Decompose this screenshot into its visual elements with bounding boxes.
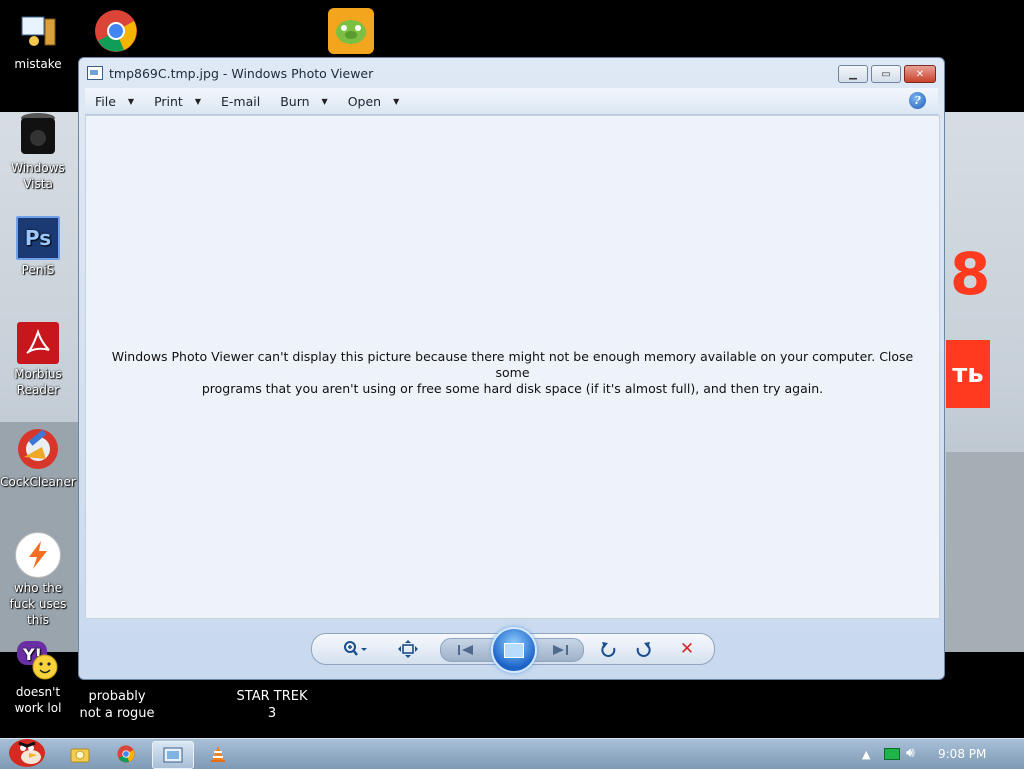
desktop-icon-chrome[interactable] xyxy=(78,8,154,56)
menu-label: Burn xyxy=(280,93,310,109)
taskbar: ▲ 🔊︎ 9:08 PM xyxy=(0,738,1024,769)
yahoo-messenger-icon: Y! xyxy=(15,636,61,682)
desktop-icon-cockcleaner[interactable]: CockCleaner xyxy=(0,426,76,490)
chrome-icon xyxy=(93,8,139,54)
chevron-down-icon: ▼ xyxy=(321,96,328,106)
maximize-button[interactable]: ▭ xyxy=(871,65,901,83)
delete-button[interactable]: ✕ xyxy=(676,639,698,659)
pdf-reader-icon xyxy=(17,322,59,364)
desktop-icon-morbius-reader[interactable]: Morbius Reader xyxy=(0,322,76,398)
desktop-label-line2: 3 xyxy=(267,706,277,721)
desktop-label-star-trek[interactable]: STAR TREK 3 xyxy=(227,688,317,722)
close-button[interactable]: ✕ xyxy=(904,65,936,83)
slideshow-button[interactable] xyxy=(491,627,537,673)
photoshop-icon: Ps xyxy=(16,216,60,260)
vlc-icon[interactable] xyxy=(198,741,238,767)
minimize-button[interactable]: ▁ xyxy=(838,65,868,83)
title-bar[interactable]: tmp869C.tmp.jpg - Windows Photo Viewer xyxy=(79,58,944,88)
taskbar-clock[interactable]: 9:08 PM xyxy=(938,747,986,761)
rotate-clockwise-button[interactable] xyxy=(632,639,654,659)
wallpaper-sign-tb: ть xyxy=(946,340,990,408)
desktop-icon-label: CockCleaner xyxy=(0,475,76,489)
playback-controls: ✕ xyxy=(311,627,715,673)
desktop-icon-label: mistake xyxy=(14,57,62,71)
ccleaner-icon xyxy=(15,426,61,472)
chevron-down-icon: ▼ xyxy=(127,96,135,106)
menu-email[interactable]: E-mail xyxy=(211,94,270,109)
error-message-line2: programs that you aren't using or free s… xyxy=(201,381,824,396)
photo-viewer-window: tmp869C.tmp.jpg - Windows Photo Viewer ▁… xyxy=(78,57,945,680)
menu-file[interactable]: File ▼ xyxy=(85,94,144,109)
zoom-button[interactable] xyxy=(338,639,372,659)
next-button[interactable] xyxy=(547,640,573,660)
photo-viewer-app-icon xyxy=(87,66,103,80)
show-hidden-icons-icon[interactable]: ▲ xyxy=(862,748,870,761)
slideshow-icon xyxy=(504,642,524,658)
menu-print[interactable]: Print ▼ xyxy=(144,94,211,109)
trash-icon xyxy=(15,112,61,158)
error-message-line1: Windows Photo Viewer can't display this … xyxy=(111,349,914,380)
previous-button[interactable] xyxy=(453,640,479,660)
desktop-icon-who-uses-this[interactable]: who the fuck uses this xyxy=(0,532,76,628)
actual-size-icon xyxy=(398,640,418,658)
desktop-icon-windows-vista[interactable]: Windows Vista xyxy=(0,112,76,192)
wallpaper-building-right xyxy=(946,452,1024,652)
desktop-icon-label: PeniS xyxy=(21,263,55,277)
lightning-icon xyxy=(15,532,61,578)
menu-label: File xyxy=(95,93,116,109)
actual-size-button[interactable] xyxy=(396,639,420,659)
menu-label: Print xyxy=(154,93,183,109)
desktop-label-line2: not a rogue xyxy=(79,706,155,721)
computer-icon xyxy=(15,8,61,54)
error-message: Windows Photo Viewer can't display this … xyxy=(106,349,919,397)
menu-label: Open xyxy=(347,93,382,109)
desktop-icon-label: Windows Vista xyxy=(11,161,65,191)
chrome-icon[interactable] xyxy=(106,741,146,767)
desktop-label-line1: STAR TREK xyxy=(236,689,308,704)
rotate-counterclockwise-button[interactable] xyxy=(598,639,620,659)
desktop-icon-label: doesn't work lol xyxy=(14,685,62,715)
window-title: tmp869C.tmp.jpg - Windows Photo Viewer xyxy=(109,65,374,81)
bad-piggies-icon xyxy=(328,8,374,54)
zoom-icon xyxy=(344,641,367,656)
desktop-label-line1: probably xyxy=(88,689,146,704)
explorer-icon[interactable] xyxy=(60,741,100,767)
menu-open[interactable]: Open ▼ xyxy=(338,94,410,109)
window-controls: ▁ ▭ ✕ xyxy=(838,65,936,83)
start-orb-icon[interactable] xyxy=(2,731,50,767)
image-display-area: Windows Photo Viewer can't display this … xyxy=(85,115,940,619)
desktop-icon-yahoo[interactable]: Y! doesn't work lol xyxy=(0,636,76,716)
volume-icon[interactable]: 🔊︎ xyxy=(906,745,915,761)
desktop-icon-label: who the fuck uses this xyxy=(9,581,67,627)
help-icon[interactable]: ? xyxy=(909,92,926,109)
network-icon[interactable] xyxy=(884,748,900,760)
desktop-label-probably-not-a-rogue[interactable]: probably not a rogue xyxy=(72,688,162,722)
menu-label: E-mail xyxy=(221,93,261,109)
chevron-down-icon: ▼ xyxy=(393,96,400,106)
wallpaper-sign-8: 8 xyxy=(950,240,991,308)
chevron-down-icon: ▼ xyxy=(194,96,201,106)
desktop-icon-bad-piggies[interactable] xyxy=(313,8,389,56)
desktop-icon-mistake[interactable]: mistake xyxy=(0,8,76,72)
desktop-icon-label: Morbius Reader xyxy=(14,367,62,397)
menu-bar: File ▼ Print ▼ E-mail Burn ▼ Open ▼ ? xyxy=(85,88,938,115)
rotate-clockwise-icon xyxy=(636,642,651,657)
desktop-icon-photoshop[interactable]: Ps PeniS xyxy=(0,216,76,278)
rotate-counterclockwise-icon xyxy=(601,642,616,657)
next-icon xyxy=(553,645,568,655)
menu-burn[interactable]: Burn ▼ xyxy=(270,94,338,109)
previous-icon xyxy=(458,645,473,655)
photo-viewer-icon[interactable] xyxy=(152,741,194,769)
